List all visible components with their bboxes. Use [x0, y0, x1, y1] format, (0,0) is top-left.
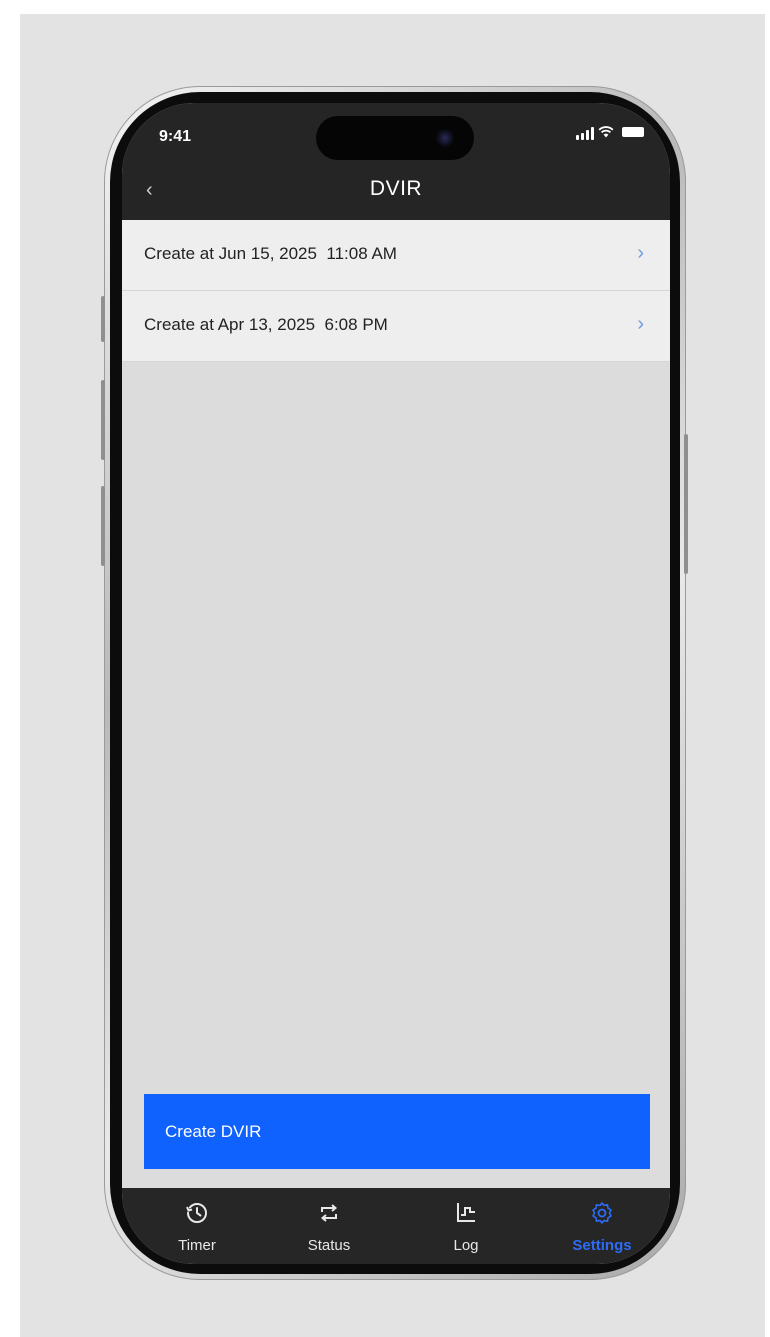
tab-log[interactable]: Log — [411, 1188, 521, 1264]
tab-label: Status — [307, 1237, 351, 1254]
page-title: DVIR — [369, 177, 423, 200]
chevron-right-icon: › — [637, 242, 644, 264]
list-item-label: Create at Jun 15, 2025 11:08 AM — [144, 244, 397, 263]
dynamic-island — [316, 116, 474, 160]
status-time: 9:41 — [159, 128, 192, 145]
tab-label: Settings — [572, 1237, 632, 1254]
action-button — [101, 296, 105, 342]
list-item-label: Create at Apr 13, 2025 6:08 PM — [144, 315, 388, 334]
history-clock-icon — [185, 1203, 207, 1223]
volume-up-button — [101, 380, 105, 460]
app-header: 9:41 ‹ DVIR — [122, 103, 670, 220]
tab-timer[interactable]: Timer — [142, 1188, 252, 1264]
wifi-icon — [598, 126, 614, 138]
tab-label: Timer — [178, 1237, 216, 1254]
power-button — [684, 434, 688, 574]
tab-settings[interactable]: Settings — [547, 1188, 657, 1264]
tab-bar: Timer Status Log Settings — [122, 1188, 670, 1264]
list-item[interactable]: Create at Jun 15, 2025 11:08 AM › — [122, 220, 670, 291]
list-item[interactable]: Create at Apr 13, 2025 6:08 PM › — [122, 291, 670, 362]
step-graph-icon — [457, 1203, 475, 1222]
volume-down-button — [101, 486, 105, 566]
repeat-arrows-icon — [320, 1204, 338, 1222]
dvir-list: Create at Jun 15, 2025 11:08 AM › Create… — [122, 220, 670, 362]
gear-icon — [592, 1202, 612, 1224]
chevron-right-icon: › — [637, 313, 644, 335]
camera-icon — [436, 129, 454, 147]
battery-icon — [622, 127, 644, 137]
tab-status[interactable]: Status — [274, 1188, 384, 1264]
app-screen: 9:41 ‹ DVIR Create at Jun 15, 2025 11:08… — [122, 103, 670, 1264]
create-dvir-button[interactable]: Create DVIR — [144, 1094, 650, 1169]
tab-label: Log — [453, 1237, 479, 1254]
